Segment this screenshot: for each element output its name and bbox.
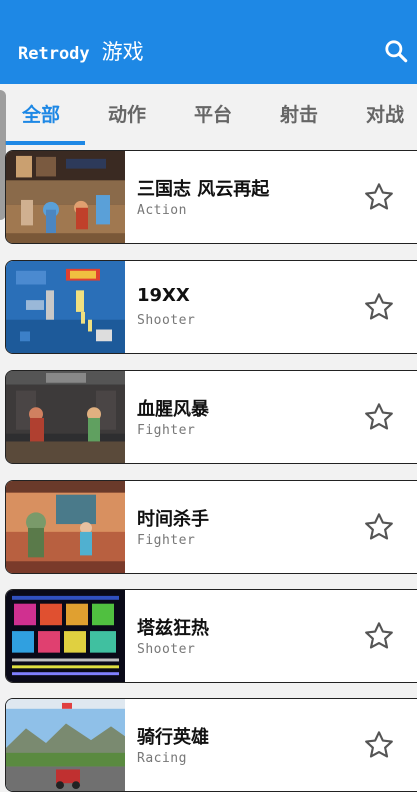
game-title: 19XX — [137, 285, 190, 306]
game-card[interactable]: 塔兹狂热 Shooter — [5, 589, 417, 683]
game-thumbnail — [6, 481, 125, 573]
status-bar — [0, 0, 417, 14]
category-tabs: 全部 动作 平台 射击 对战 — [0, 84, 417, 146]
game-title: 血腥风暴 — [137, 399, 209, 420]
tab-fighter[interactable]: 对战 — [366, 100, 404, 127]
game-card[interactable]: 19XX Shooter — [5, 260, 417, 354]
app-title: Retrody 游戏 — [18, 36, 144, 66]
tab-all[interactable]: 全部 — [22, 100, 60, 127]
game-genre: Shooter — [137, 642, 196, 657]
star-outline-icon[interactable] — [363, 181, 395, 213]
game-thumbnail — [6, 151, 125, 243]
game-genre: Racing — [137, 751, 187, 766]
star-outline-icon[interactable] — [363, 511, 395, 543]
game-genre: Action — [137, 203, 187, 218]
tab-action[interactable]: 动作 — [108, 100, 146, 127]
brand-name: Retrody — [18, 44, 90, 64]
game-thumbnail — [6, 261, 125, 353]
game-card[interactable]: 时间杀手 Fighter — [5, 480, 417, 574]
game-thumbnail — [6, 699, 125, 791]
tab-indicator — [5, 141, 85, 145]
search-icon[interactable] — [383, 38, 409, 64]
star-outline-icon[interactable] — [363, 291, 395, 323]
game-title: 骑行英雄 — [137, 727, 209, 748]
game-card[interactable]: 骑行英雄 Racing — [5, 698, 417, 792]
game-thumbnail — [6, 590, 125, 682]
game-genre: Shooter — [137, 313, 196, 328]
tab-shooter[interactable]: 射击 — [280, 100, 318, 127]
app-bar: Retrody 游戏 — [0, 14, 417, 84]
game-card[interactable]: 血腥风暴 Fighter — [5, 370, 417, 464]
game-thumbnail — [6, 371, 125, 463]
tab-platform[interactable]: 平台 — [194, 100, 232, 127]
game-genre: Fighter — [137, 423, 196, 438]
game-card[interactable]: 三国志 风云再起 Action — [5, 150, 417, 244]
page-title: 游戏 — [101, 40, 144, 64]
game-title: 塔兹狂热 — [137, 618, 209, 639]
game-title: 三国志 风云再起 — [137, 179, 270, 200]
star-outline-icon[interactable] — [363, 401, 395, 433]
star-outline-icon[interactable] — [363, 729, 395, 761]
game-genre: Fighter — [137, 533, 196, 548]
star-outline-icon[interactable] — [363, 620, 395, 652]
game-title: 时间杀手 — [137, 509, 209, 530]
